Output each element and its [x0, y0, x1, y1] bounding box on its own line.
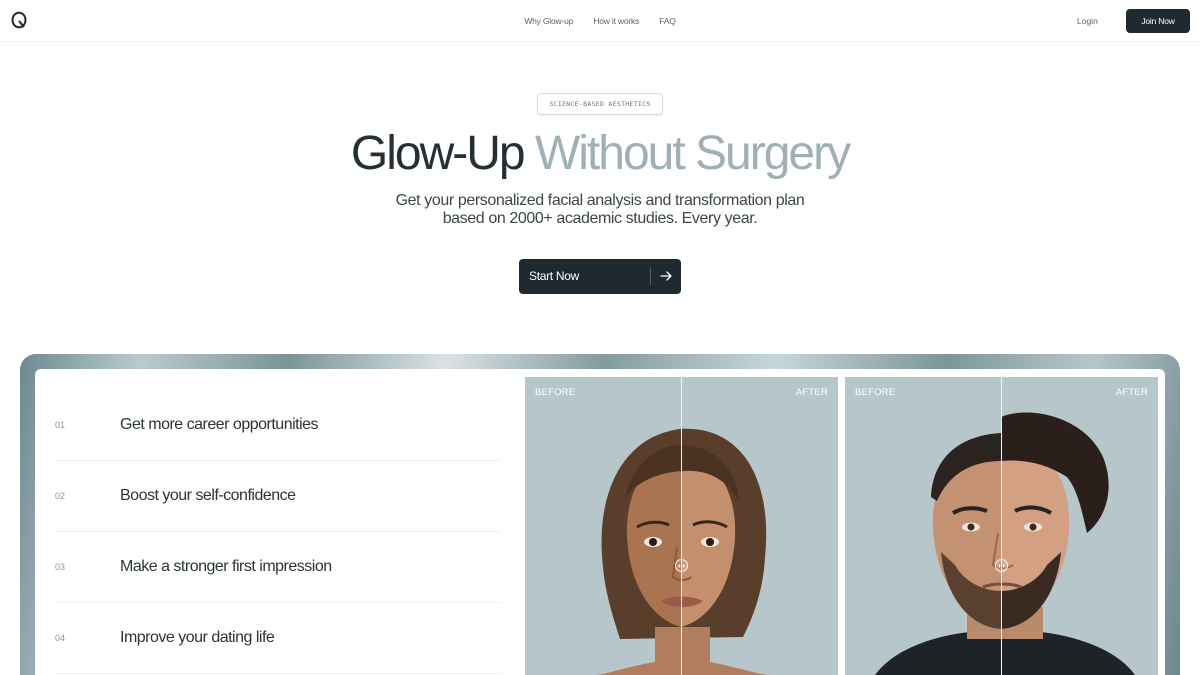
before-label: BEFORE: [855, 387, 896, 398]
benefit-item: 02 Boost your self-confidence: [55, 461, 501, 532]
start-now-button[interactable]: Start Now: [519, 259, 681, 294]
nav-links: Why Glow-up How it works FAQ: [0, 16, 1200, 26]
top-nav: Why Glow-up How it works FAQ Login Join …: [0, 0, 1200, 42]
slider-divider: [681, 377, 682, 675]
slider-divider: [1001, 377, 1002, 675]
benefit-label: Improve your dating life: [120, 629, 275, 646]
benefit-number: 03: [55, 562, 66, 572]
login-link[interactable]: Login: [1077, 16, 1098, 26]
nav-link-why-glow-up[interactable]: Why Glow-up: [524, 16, 573, 26]
benefit-number: 02: [55, 491, 66, 501]
science-badge: SCIENCE-BASED AESTHETICS: [537, 93, 663, 115]
benefit-item: 01 Get more career opportunities: [55, 390, 501, 461]
join-now-button[interactable]: Join Now: [1126, 9, 1190, 33]
after-label: AFTER: [795, 387, 828, 398]
benefit-item: 04 Improve your dating life: [55, 603, 501, 674]
hero-subline: Get your personalized facial analysis an…: [0, 192, 1200, 228]
slider-handle-icon[interactable]: [675, 559, 688, 572]
before-after-slider-woman[interactable]: BEFORE AFTER: [525, 377, 838, 675]
benefit-number: 01: [55, 420, 66, 430]
benefit-label: Get more career opportunities: [120, 416, 319, 433]
before-after-slider-man[interactable]: BEFORE AFTER: [845, 377, 1158, 675]
benefit-item: 03 Make a stronger first impression: [55, 532, 501, 603]
hero-headline: Glow-Up Without Surgery: [0, 126, 1200, 182]
benefit-number: 04: [55, 633, 66, 643]
benefit-label: Boost your self-confidence: [120, 487, 296, 504]
subline-line-2: based on 2000+ academic studies. Every y…: [442, 210, 758, 227]
slider-handle-icon[interactable]: [995, 559, 1008, 572]
after-label: AFTER: [1115, 387, 1148, 398]
nav-link-faq[interactable]: FAQ: [659, 16, 676, 26]
headline-light-part: Without Surgery: [534, 127, 851, 180]
nav-link-how-it-works[interactable]: How it works: [593, 16, 639, 26]
arrow-right-icon: [660, 271, 672, 281]
subline-line-1: Get your personalized facial analysis an…: [395, 192, 805, 209]
headline-dark-part: Glow-Up: [350, 127, 526, 180]
start-now-label: Start Now: [529, 269, 579, 283]
cta-separator: [650, 268, 651, 285]
benefit-label: Make a stronger first impression: [120, 558, 332, 575]
before-label: BEFORE: [535, 387, 576, 398]
